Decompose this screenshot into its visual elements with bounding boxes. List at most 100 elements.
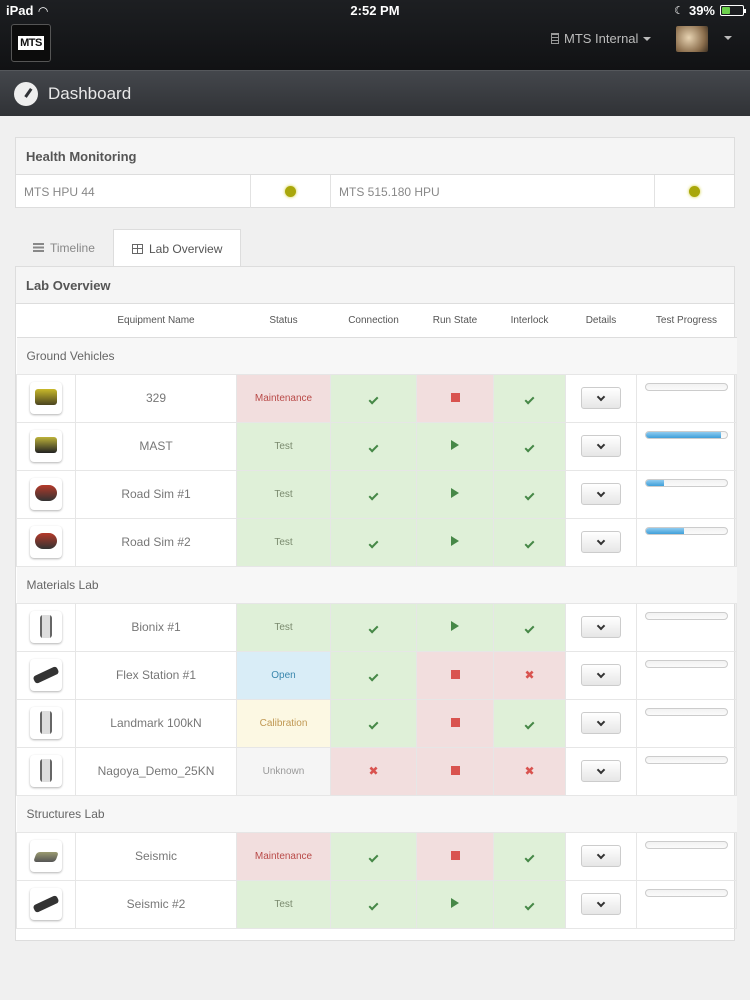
table-header-row: Equipment Name Status Connection Run State I… <box>16 304 737 338</box>
thumbnail-cell <box>16 602 76 652</box>
details-dropdown-button[interactable] <box>581 435 621 457</box>
play-icon <box>451 898 459 908</box>
thumbnail-cell <box>16 746 76 796</box>
column-header <box>16 304 76 338</box>
thumbnail-cell <box>16 373 76 423</box>
equipment-name[interactable]: Seismic #2 <box>75 879 237 929</box>
health-panel-heading: Health Monitoring <box>16 138 734 175</box>
details-dropdown-button[interactable] <box>581 712 621 734</box>
check-icon <box>368 671 379 682</box>
details-cell <box>565 831 637 881</box>
connection-cell <box>330 650 417 700</box>
check-icon <box>524 852 535 863</box>
equipment-thumbnail <box>30 840 62 872</box>
health-item-name: MTS 515.180 HPU <box>331 175 655 208</box>
run-state-cell <box>416 421 494 471</box>
progress-bar <box>645 611 728 620</box>
test-progress-cell <box>636 831 737 881</box>
building-icon <box>551 33 559 44</box>
details-dropdown-button[interactable] <box>581 387 621 409</box>
battery-percent: 39% <box>688 3 715 18</box>
table-row: MAST Test <box>16 421 737 471</box>
org-label: MTS Internal <box>564 31 639 46</box>
equipment-thumbnail <box>30 526 62 558</box>
details-cell <box>565 650 637 700</box>
play-icon <box>451 536 459 546</box>
details-dropdown-button[interactable] <box>581 531 621 553</box>
run-state-cell <box>416 602 494 652</box>
details-dropdown-button[interactable] <box>581 664 621 686</box>
equipment-name[interactable]: Landmark 100kN <box>75 698 237 748</box>
chevron-down-icon <box>596 765 606 774</box>
chevron-down-icon <box>596 440 606 449</box>
equipment-name[interactable]: Road Sim #1 <box>75 469 237 519</box>
table-row: 329 Maintenance <box>16 373 737 423</box>
details-dropdown-button[interactable] <box>581 760 621 782</box>
table-row: Road Sim #2 Test <box>16 517 737 567</box>
details-dropdown-button[interactable] <box>581 845 621 867</box>
thumbnail-cell <box>16 650 76 700</box>
table-row: Nagoya_Demo_25KN Unknown ✖ ✖ <box>16 746 737 796</box>
chevron-down-icon <box>596 488 606 497</box>
equipment-name[interactable]: MAST <box>75 421 237 471</box>
status-indicator-dot <box>689 186 700 197</box>
details-dropdown-button[interactable] <box>581 483 621 505</box>
interlock-cell <box>493 421 566 471</box>
status-badge: Maintenance <box>236 373 331 423</box>
check-icon <box>368 900 379 911</box>
column-header: Status <box>236 304 331 338</box>
progress-bar <box>645 430 728 439</box>
chevron-down-icon <box>596 717 606 726</box>
check-icon <box>524 900 535 911</box>
play-icon <box>451 440 459 450</box>
x-icon: ✖ <box>524 668 535 682</box>
equipment-name[interactable]: Nagoya_Demo_25KN <box>75 746 237 796</box>
equipment-name[interactable]: Flex Station #1 <box>75 650 237 700</box>
org-selector[interactable]: MTS Internal <box>551 31 652 46</box>
details-dropdown-button[interactable] <box>581 893 621 915</box>
interlock-cell <box>493 469 566 519</box>
thumbnail-cell <box>16 517 76 567</box>
equipment-name[interactable]: Seismic <box>75 831 237 881</box>
check-icon <box>368 490 379 501</box>
status-badge: Test <box>236 517 331 567</box>
equipment-table: Equipment Name Status Connection Run State I… <box>16 304 737 929</box>
user-avatar[interactable] <box>676 26 708 52</box>
tab-label: Lab Overview <box>149 241 223 256</box>
stop-icon <box>450 393 460 402</box>
ios-status-bar: iPad ◠ 2:52 PM ☾ 39% <box>0 0 750 20</box>
chevron-down-icon <box>596 621 606 630</box>
lab-panel-heading: Lab Overview <box>16 267 734 304</box>
stop-icon <box>450 851 460 860</box>
equipment-table-body: Ground Vehicles 329 Maintenance MAST Test Roa… <box>16 336 737 929</box>
status-badge: Open <box>236 650 331 700</box>
check-icon <box>524 442 535 453</box>
group-label: Materials Lab <box>16 565 737 604</box>
equipment-name[interactable]: Road Sim #2 <box>75 517 237 567</box>
check-icon <box>524 719 535 730</box>
equipment-thumbnail <box>30 755 62 787</box>
check-icon <box>368 394 379 405</box>
tab-lab-overview[interactable]: Lab Overview <box>113 229 242 267</box>
chevron-down-icon <box>596 850 606 859</box>
tab-timeline[interactable]: Timeline <box>15 229 113 266</box>
test-progress-cell <box>636 469 737 519</box>
test-progress-cell <box>636 602 737 652</box>
lab-overview-panel: Lab Overview Equipment Name Status Connect… <box>15 266 737 941</box>
check-icon <box>368 852 379 863</box>
table-row: Landmark 100kN Calibration <box>16 698 737 748</box>
health-item-name: MTS HPU 44 <box>16 175 251 208</box>
connection-cell <box>330 373 417 423</box>
table-row: Seismic Maintenance <box>16 831 737 881</box>
thumbnail-cell <box>16 421 76 471</box>
mts-logo[interactable]: MTS <box>11 24 51 62</box>
run-state-cell <box>416 746 494 796</box>
interlock-cell: ✖ <box>493 746 566 796</box>
column-header: Interlock <box>493 304 566 338</box>
page-title: Dashboard <box>48 83 132 103</box>
chevron-down-icon <box>596 898 606 907</box>
equipment-name[interactable]: Bionix #1 <box>75 602 237 652</box>
equipment-name[interactable]: 329 <box>75 373 237 423</box>
details-dropdown-button[interactable] <box>581 616 621 638</box>
user-menu-caret-icon[interactable] <box>724 36 732 40</box>
